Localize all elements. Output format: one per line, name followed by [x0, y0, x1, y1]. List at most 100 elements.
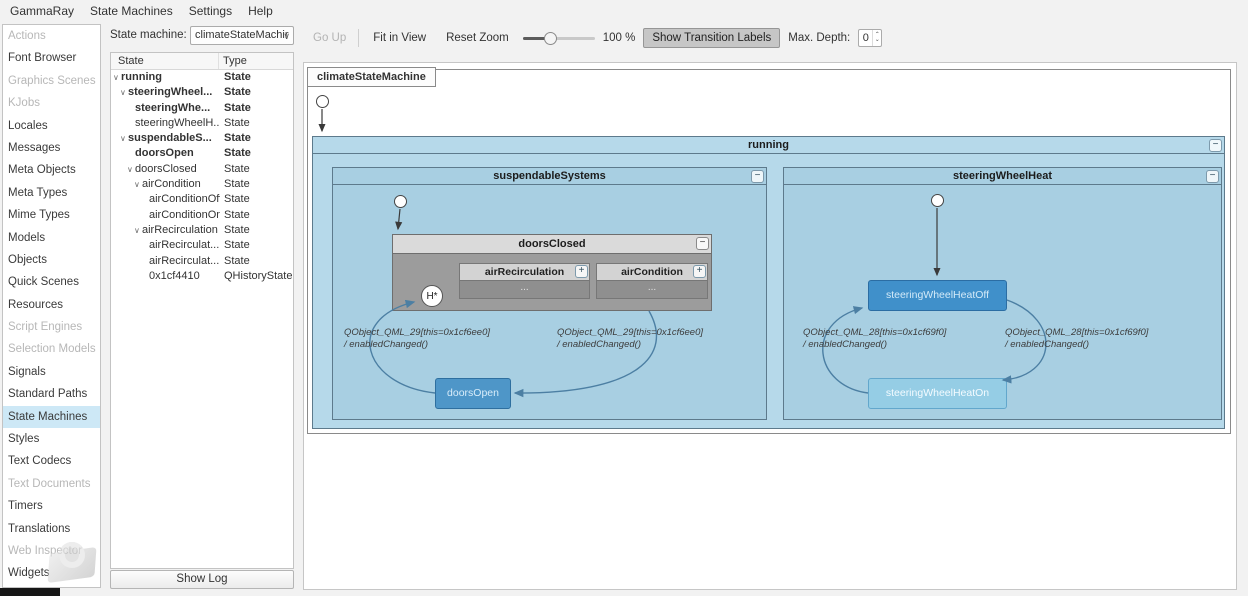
tree-row[interactable]: ∨ steeringWheel... State	[111, 85, 293, 100]
sidebar-item-graphics-scenes[interactable]: Graphics Scenes	[3, 70, 100, 92]
sidebar-item-timers[interactable]: Timers	[3, 495, 100, 517]
state-doors-open[interactable]: doorsOpen	[435, 378, 511, 409]
sidebar-item-objects[interactable]: Objects	[3, 249, 100, 271]
diagram-toolbar: Go Up Fit in View Reset Zoom 100 % Show …	[303, 25, 1243, 51]
state-air-condition-label: airCondition	[621, 266, 683, 278]
tree-row[interactable]: ∨ running State	[111, 70, 293, 85]
sidebar-item-web-inspector[interactable]: Web Inspector	[3, 540, 100, 562]
reset-zoom-button[interactable]: Reset Zoom	[440, 29, 515, 47]
sidebar-item-quick-scenes[interactable]: Quick Scenes	[3, 271, 100, 293]
sidebar-item-translations[interactable]: Translations	[3, 518, 100, 540]
collapsed-content: ...	[460, 281, 589, 298]
tree-row[interactable]: doorsOpen State	[111, 146, 293, 161]
menu-settings[interactable]: Settings	[181, 1, 240, 21]
sidebar-item-selection-models[interactable]: Selection Models	[3, 338, 100, 360]
initial-state-marker-steering	[931, 194, 944, 207]
state-air-condition[interactable]: airCondition + ...	[596, 263, 708, 299]
tree-row[interactable]: airRecirculat... State	[111, 254, 293, 269]
tree-header[interactable]: State Type	[111, 53, 293, 70]
sidebar-item-signals[interactable]: Signals	[3, 361, 100, 383]
sidebar-item-meta-types[interactable]: Meta Types	[3, 182, 100, 204]
transition-label-doors-left: QObject_QML_29[this=0x1cf6ee0] / enabled…	[344, 327, 491, 351]
tree-row[interactable]: airRecirculat... State	[111, 238, 293, 253]
expander-icon[interactable]: ∨	[120, 85, 128, 100]
menu-help[interactable]: Help	[240, 1, 281, 21]
menubar: GammaRay State Machines Settings Help	[0, 0, 1248, 21]
transition-label-doors-right: QObject_QML_29[this=0x1cf6ee0] / enabled…	[557, 327, 704, 351]
expander-icon[interactable]: ∨	[134, 177, 142, 192]
tree-row[interactable]: ∨ suspendableS... State	[111, 131, 293, 146]
tree-row[interactable]: steeringWheelH... State	[111, 116, 293, 131]
history-state[interactable]: H*	[421, 285, 443, 307]
zoom-slider-handle[interactable]	[543, 32, 557, 45]
collapse-button-running[interactable]: −	[1209, 139, 1222, 152]
collapse-button-steering[interactable]: −	[1206, 170, 1219, 183]
sidebar-item-messages[interactable]: Messages	[3, 137, 100, 159]
tree-row[interactable]: 0x1cf4410 QHistoryState	[111, 269, 293, 284]
go-up-button[interactable]: Go Up	[309, 29, 350, 47]
zoom-slider[interactable]	[522, 30, 595, 46]
tree-row[interactable]: ∨ airRecirculation State	[111, 223, 293, 238]
sidebar-item-text-codecs[interactable]: Text Codecs	[3, 450, 100, 472]
zoom-value-label: 100 %	[602, 32, 636, 44]
state-doors-closed-label: doorsClosed	[518, 238, 586, 250]
state-machine-label: State machine:	[110, 29, 187, 41]
state-air-recirculation[interactable]: airRecirculation + ...	[459, 263, 590, 299]
sidebar-item-standard-paths[interactable]: Standard Paths	[3, 383, 100, 405]
show-log-button[interactable]: Show Log	[110, 570, 294, 589]
desktop-strip	[0, 588, 60, 596]
machine-title-tab: climateStateMachine	[307, 67, 436, 87]
sidebar-item-resources[interactable]: Resources	[3, 294, 100, 316]
tree-row[interactable]: airConditionOff State	[111, 192, 293, 207]
tree-row[interactable]: steeringWhe... State	[111, 101, 293, 116]
sidebar-list: Actions Font Browser Graphics Scenes KJobs L…	[3, 25, 100, 585]
max-depth-spinbox[interactable]: 0 ⌃ ⌄	[858, 29, 883, 47]
column-header-state[interactable]: State	[111, 53, 219, 69]
collapse-button-doors-closed[interactable]: −	[696, 237, 709, 250]
sidebar-item-font-browser[interactable]: Font Browser	[3, 47, 100, 69]
menu-state-machines[interactable]: State Machines	[82, 1, 181, 21]
expander-icon[interactable]: ∨	[113, 70, 121, 85]
state-machine-combobox[interactable]: climateStateMachir ∨	[190, 26, 294, 45]
sidebar-item-locales[interactable]: Locales	[3, 115, 100, 137]
state-machine-combobox-value: climateStateMachir	[195, 29, 289, 41]
expander-icon[interactable]: ∨	[134, 223, 142, 238]
max-depth-label: Max. Depth:	[788, 32, 851, 44]
state-steering-wheel-heat-off[interactable]: steeringWheelHeatOff	[868, 280, 1007, 311]
state-air-recirculation-label: airRecirculation	[484, 266, 565, 278]
sidebar-item-styles[interactable]: Styles	[3, 428, 100, 450]
expander-icon[interactable]: ∨	[120, 131, 128, 146]
state-tree: State Type ∨ running State ∨ steeringWheel..…	[110, 52, 294, 569]
toolbar-separator	[358, 29, 360, 47]
spin-down-icon[interactable]: ⌄	[875, 37, 880, 43]
sidebar-item-text-documents[interactable]: Text Documents	[3, 473, 100, 495]
collapse-button-suspendable[interactable]: −	[751, 170, 764, 183]
sidebar-item-script-engines[interactable]: Script Engines	[3, 316, 100, 338]
state-running-label: running	[748, 139, 789, 151]
chevron-down-icon: ∨	[283, 31, 290, 41]
expand-button-air-recirculation[interactable]: +	[575, 265, 588, 278]
sidebar-item-actions[interactable]: Actions	[3, 25, 100, 47]
initial-state-marker-suspendable	[394, 195, 407, 208]
max-depth-value: 0	[862, 32, 869, 44]
initial-state-marker-machine	[316, 95, 329, 108]
state-steering-wheel-heat-on[interactable]: steeringWheelHeatOn	[868, 378, 1007, 409]
tree-row[interactable]: ∨ airCondition State	[111, 177, 293, 192]
sidebar-item-widgets[interactable]: Widgets	[3, 562, 100, 584]
sidebar-item-models[interactable]: Models	[3, 227, 100, 249]
tree-row[interactable]: ∨ doorsClosed State	[111, 162, 293, 177]
tree-body: ∨ running State ∨ steeringWheel... State steer…	[111, 70, 293, 284]
menu-gammaray[interactable]: GammaRay	[2, 1, 82, 21]
fit-in-view-button[interactable]: Fit in View	[367, 29, 432, 47]
show-transition-labels-toggle[interactable]: Show Transition Labels	[643, 28, 781, 48]
tree-row[interactable]: airConditionOn State	[111, 208, 293, 223]
sidebar-item-kjobs[interactable]: KJobs	[3, 92, 100, 114]
sidebar-item-mime-types[interactable]: Mime Types	[3, 204, 100, 226]
state-suspendable-systems-label: suspendableSystems	[493, 170, 606, 182]
column-header-type[interactable]: Type	[219, 53, 293, 69]
sidebar: Actions Font Browser Graphics Scenes KJobs L…	[2, 24, 101, 588]
sidebar-item-meta-objects[interactable]: Meta Objects	[3, 159, 100, 181]
expand-button-air-condition[interactable]: +	[693, 265, 706, 278]
sidebar-item-state-machines[interactable]: State Machines	[3, 405, 100, 429]
expander-icon[interactable]: ∨	[127, 162, 135, 177]
